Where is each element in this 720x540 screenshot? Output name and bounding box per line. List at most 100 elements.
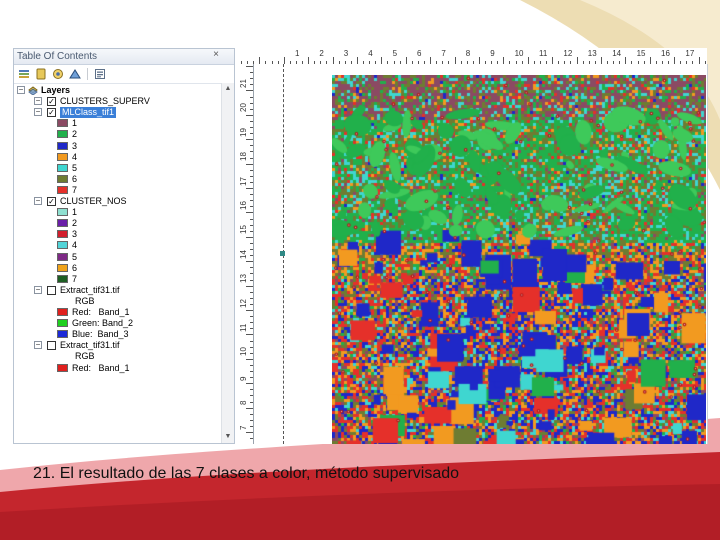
- ruler-tick: [246, 334, 253, 336]
- ruler-tick: [250, 224, 253, 226]
- toc-toolbar: [14, 65, 234, 84]
- ruler-tick: [250, 249, 253, 250]
- scroll-up-icon[interactable]: ▲: [222, 83, 234, 95]
- ruler-tick: [250, 291, 253, 293]
- ruler-tick: [250, 279, 253, 281]
- ruler-tick: [246, 66, 253, 67]
- classified-raster-map[interactable]: [332, 75, 706, 444]
- ruler-tick: [250, 352, 253, 354]
- ruler-tick: [250, 425, 253, 427]
- ruler-tick: [250, 206, 253, 208]
- layer-visibility-checkbox[interactable]: ✓: [47, 197, 56, 206]
- ruler-tick: [246, 310, 253, 311]
- ruler-tick: [503, 57, 505, 64]
- ruler-tick: [250, 218, 253, 220]
- ruler-tick: [250, 108, 253, 110]
- ruler-tick: [246, 285, 253, 287]
- collapse-icon[interactable]: −: [34, 197, 42, 205]
- legend-class-label: 7: [72, 273, 78, 284]
- toc-scrollbar[interactable]: ▲ ▼: [221, 83, 234, 443]
- ruler-tick: [332, 57, 334, 64]
- legend-class-row: 3: [17, 229, 220, 240]
- ruler-tick: [250, 230, 253, 232]
- layer-name[interactable]: Extract_tif31.tif: [60, 285, 120, 296]
- legend-class-label: 3: [72, 140, 78, 151]
- layer-name[interactable]: Extract_tif31.tif: [60, 340, 120, 351]
- ruler-tick-label: 16: [239, 201, 248, 210]
- ruler-tick-label: 15: [636, 49, 646, 58]
- layer-name[interactable]: CLUSTER_NOS: [60, 196, 127, 207]
- slide-caption: 21. El resultado de las 7 clases a color…: [33, 465, 460, 482]
- layer-visibility-checkbox[interactable]: [47, 341, 56, 351]
- ruler-tick: [246, 432, 253, 433]
- ruler-tick-label: 7: [441, 49, 446, 58]
- list-by-visibility-icon[interactable]: [51, 67, 65, 81]
- list-by-source-icon[interactable]: [34, 67, 48, 81]
- rgb-label: RGB: [75, 295, 95, 306]
- ruler-tick: [283, 57, 285, 64]
- layers-icon: [28, 86, 38, 96]
- layer-row: − Extract_tif31.tif: [17, 285, 220, 296]
- legend-swatch: [57, 219, 68, 228]
- horizontal-ruler[interactable]: 1 2 3 4 5 6 7 8 9 10 11 12 13 14 15 16 17: [237, 48, 707, 65]
- ruler-tick: [250, 194, 253, 196]
- layer-visibility-checkbox[interactable]: ✓: [47, 97, 56, 107]
- ruler-tick: [478, 57, 480, 64]
- ruler-tick: [246, 139, 253, 141]
- ruler-tick: [250, 151, 253, 153]
- layers-root-row: − Layers: [17, 85, 220, 96]
- ruler-tick-label: 11: [539, 49, 548, 58]
- close-icon[interactable]: ×: [210, 49, 222, 63]
- legend-class-label: 4: [72, 240, 78, 251]
- band-row: Green: Band_2: [17, 318, 220, 329]
- options-icon[interactable]: [93, 67, 107, 81]
- list-by-drawing-order-icon[interactable]: [17, 67, 31, 81]
- layer-name[interactable]: CLUSTERS_SUPERV: [60, 96, 150, 107]
- legend-class-row: 1: [17, 118, 220, 129]
- toc-title-bar: Table Of Contents: [14, 49, 234, 65]
- ruler-tick: [246, 407, 253, 409]
- collapse-icon[interactable]: −: [17, 86, 25, 94]
- table-of-contents-panel: Table Of Contents × − Layers − ✓ CLUSTERS_SU…: [13, 48, 235, 444]
- ruler-tick: [674, 57, 676, 64]
- layer-name[interactable]: MLClass_tif1: [60, 107, 117, 119]
- ruler-tick: [246, 90, 253, 92]
- collapse-icon[interactable]: −: [34, 341, 42, 350]
- ruler-tick: [576, 57, 578, 64]
- collapse-icon[interactable]: −: [34, 285, 42, 294]
- band-swatch: [57, 319, 68, 328]
- ruler-tick: [250, 364, 253, 366]
- layer-visibility-checkbox[interactable]: [47, 285, 56, 295]
- legend-swatch: [57, 263, 68, 272]
- collapse-icon[interactable]: −: [34, 97, 42, 106]
- ruler-tick: [600, 57, 602, 64]
- legend-class-label: 2: [72, 129, 78, 140]
- scroll-down-icon[interactable]: ▼: [222, 431, 234, 443]
- ruler-tick-label: 9: [490, 49, 495, 58]
- ruler-tick-label: 19: [239, 127, 248, 137]
- vertical-ruler[interactable]: 2120191817161514131211109876: [237, 64, 254, 444]
- ruler-tick: [250, 84, 253, 86]
- legend-swatch: [57, 241, 68, 250]
- ruler-tick: [381, 57, 383, 64]
- guide-handle[interactable]: [280, 251, 285, 256]
- legend-swatch: [57, 208, 68, 217]
- ruler-tick: [250, 72, 253, 74]
- ruler-tick: [246, 383, 253, 385]
- list-by-selection-icon[interactable]: [68, 67, 82, 81]
- legend-swatch: [57, 130, 68, 139]
- legend-swatch: [57, 185, 68, 194]
- ruler-tick: [250, 145, 253, 147]
- collapse-icon[interactable]: −: [34, 108, 42, 117]
- band-label: Blue: Band_3: [72, 329, 129, 340]
- ruler-tick: [246, 358, 253, 360]
- ruler-tick: [250, 303, 253, 305]
- ruler-tick: [250, 377, 253, 379]
- legend-class-label: 6: [72, 262, 78, 273]
- ruler-tick: [246, 163, 253, 165]
- ruler-tick: [250, 273, 253, 275]
- ruler-tick-label: 12: [239, 298, 248, 308]
- layer-row: − ✓ MLClass_tif1: [17, 107, 220, 119]
- legend-class-label: 6: [72, 173, 78, 184]
- layer-visibility-checkbox[interactable]: ✓: [47, 108, 56, 118]
